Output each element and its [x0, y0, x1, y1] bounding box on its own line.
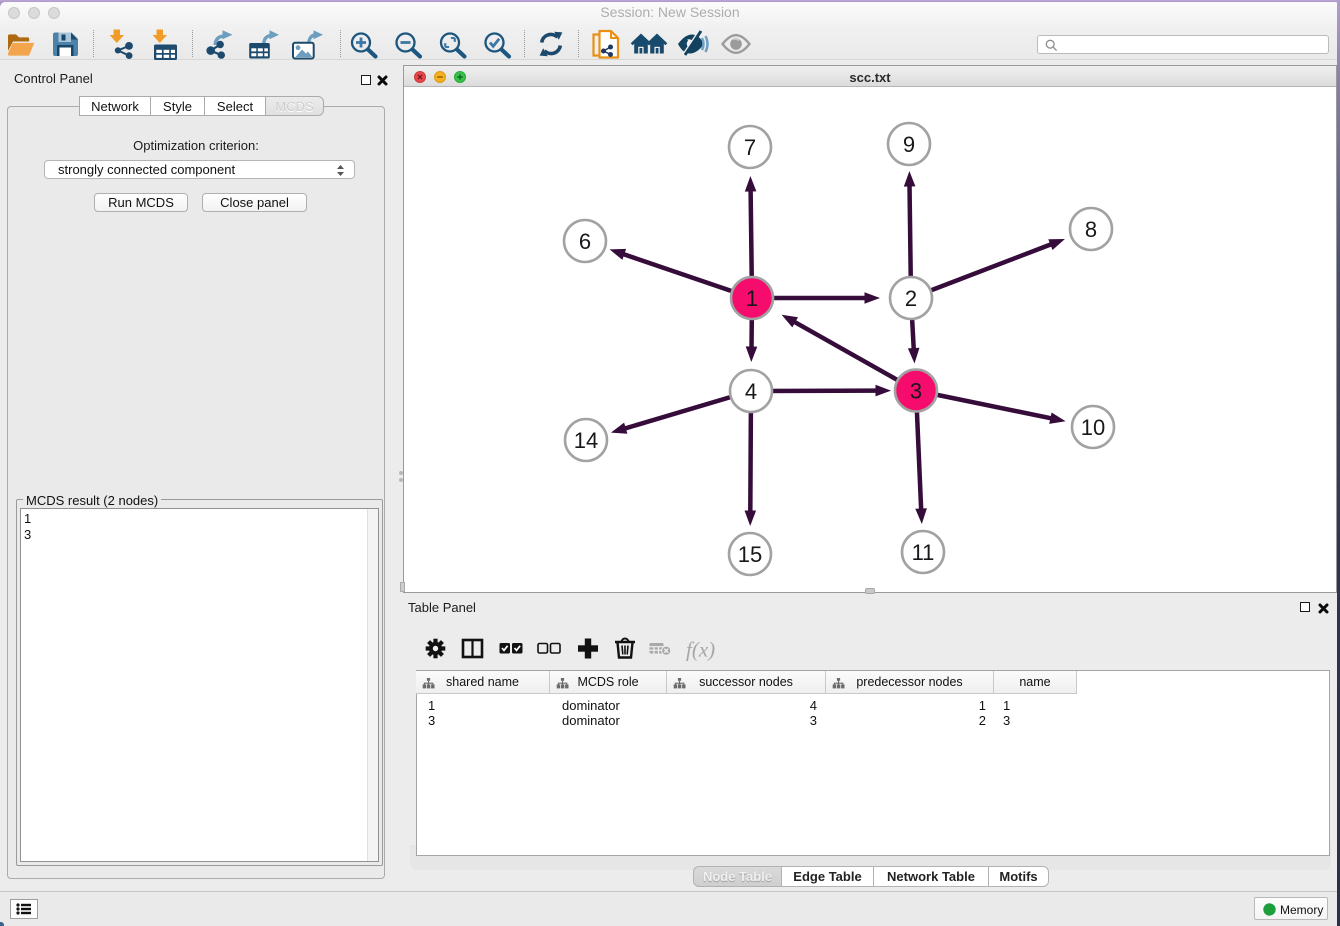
- svg-text:11: 11: [912, 540, 935, 565]
- svg-text:3: 3: [910, 378, 922, 403]
- svg-text:15: 15: [738, 542, 762, 567]
- svg-text:7: 7: [744, 135, 756, 160]
- svg-text:10: 10: [1081, 415, 1105, 440]
- svg-text:f(x): f(x): [686, 638, 715, 662]
- svg-text:2: 2: [905, 286, 917, 311]
- svg-text:4: 4: [745, 379, 757, 404]
- svg-text:9: 9: [903, 132, 915, 157]
- svg-text:14: 14: [574, 428, 598, 453]
- svg-text:6: 6: [579, 229, 591, 254]
- svg-text:8: 8: [1085, 217, 1097, 242]
- svg-text:1: 1: [746, 286, 758, 311]
